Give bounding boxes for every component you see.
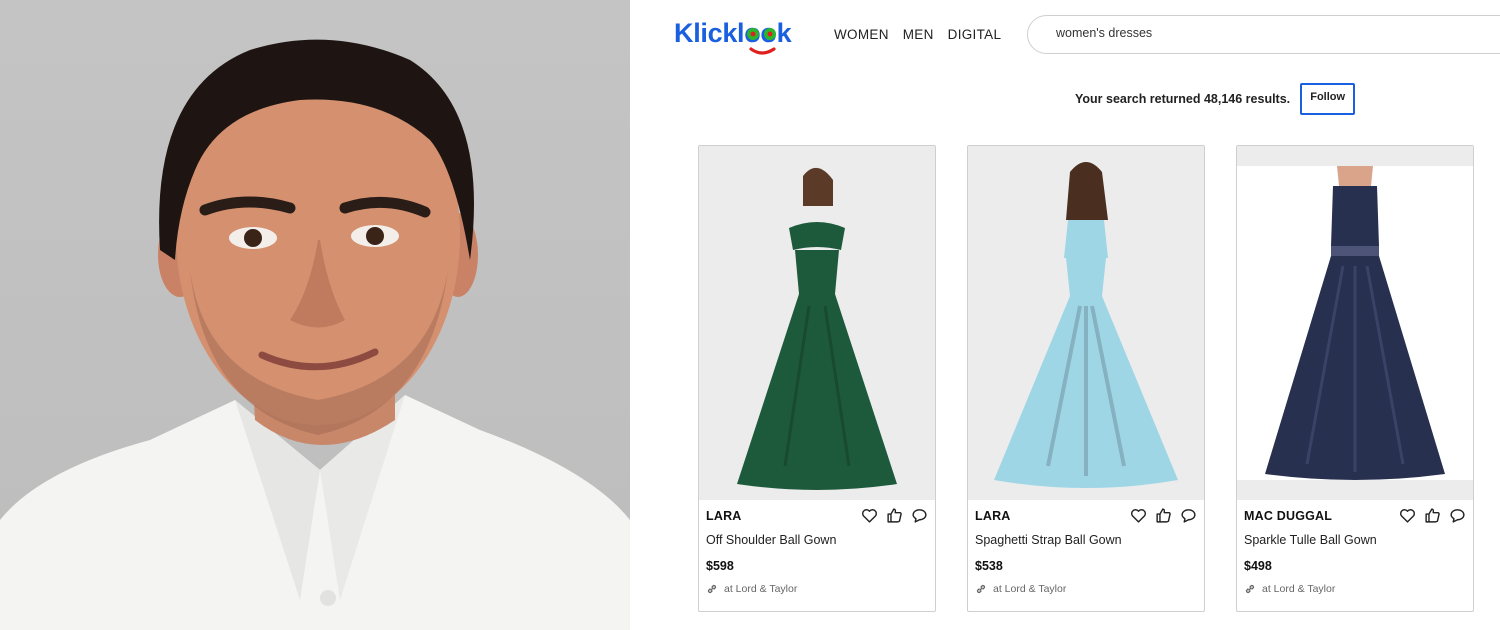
main-nav: WOMEN MEN DIGITAL xyxy=(834,27,1001,42)
follow-button[interactable]: Follow xyxy=(1300,83,1356,115)
store-link[interactable]: at Lord & Taylor xyxy=(1244,583,1335,595)
product-actions xyxy=(861,507,928,524)
nav-digital[interactable]: DIGITAL xyxy=(948,27,1002,42)
link-icon xyxy=(1244,583,1256,595)
store-name: at Lord & Taylor xyxy=(993,583,1067,595)
product-image[interactable] xyxy=(699,146,935,500)
comment-icon[interactable] xyxy=(911,507,928,524)
logo-smile-icon xyxy=(747,28,776,55)
product-name[interactable]: Sparkle Tulle Ball Gown xyxy=(1244,533,1377,547)
comment-icon[interactable] xyxy=(1449,507,1466,524)
results-bar: Your search returned 48,146 results. Fol… xyxy=(1075,83,1356,115)
product-image[interactable] xyxy=(968,146,1204,500)
link-icon xyxy=(706,583,718,595)
thumbs-up-icon[interactable] xyxy=(886,507,903,524)
store-name: at Lord & Taylor xyxy=(724,583,798,595)
heart-icon[interactable] xyxy=(1130,507,1147,524)
dress-illustration xyxy=(737,167,897,490)
search-input[interactable] xyxy=(1056,22,1456,44)
product-actions xyxy=(1399,507,1466,524)
dress-illustration xyxy=(994,162,1178,488)
results-count: Your search returned 48,146 results. xyxy=(1075,92,1291,106)
link-icon xyxy=(975,583,987,595)
product-price: $538 xyxy=(975,559,1003,573)
dress-illustration xyxy=(1237,146,1473,500)
nav-men[interactable]: MEN xyxy=(903,27,934,42)
store-name: at Lord & Taylor xyxy=(1262,583,1336,595)
product-brand: LARA xyxy=(706,509,742,523)
heart-icon[interactable] xyxy=(861,507,878,524)
product-brand: MAC DUGGAL xyxy=(1244,509,1333,523)
klicklook-logo[interactable]: Klicklook xyxy=(674,14,800,58)
search-bar[interactable] xyxy=(1027,15,1500,54)
store-link[interactable]: at Lord & Taylor xyxy=(706,583,797,595)
product-name[interactable]: Off Shoulder Ball Gown xyxy=(706,533,836,547)
nav-women[interactable]: WOMEN xyxy=(834,27,889,42)
store-link[interactable]: at Lord & Taylor xyxy=(975,583,1066,595)
thumbs-up-icon[interactable] xyxy=(1155,507,1172,524)
product-name[interactable]: Spaghetti Strap Ball Gown xyxy=(975,533,1122,547)
product-card[interactable]: MAC DUGGAL Sparkle Tulle Ball Gown $498 … xyxy=(1236,145,1474,612)
heart-icon[interactable] xyxy=(1399,507,1416,524)
product-actions xyxy=(1130,507,1197,524)
product-price: $498 xyxy=(1244,559,1272,573)
product-price: $598 xyxy=(706,559,734,573)
klicklook-page: Klicklook WOMEN MEN DIGITAL Your search … xyxy=(630,0,1500,630)
thumbs-up-icon[interactable] xyxy=(1424,507,1441,524)
product-brand: LARA xyxy=(975,509,1011,523)
product-card[interactable]: LARA Off Shoulder Ball Gown $598 at Lord… xyxy=(698,145,936,612)
product-image[interactable] xyxy=(1237,146,1473,500)
product-card[interactable]: LARA Spaghetti Strap Ball Gown $538 at L… xyxy=(967,145,1205,612)
portrait-photo xyxy=(0,0,630,630)
portrait-illustration xyxy=(0,39,630,630)
comment-icon[interactable] xyxy=(1180,507,1197,524)
